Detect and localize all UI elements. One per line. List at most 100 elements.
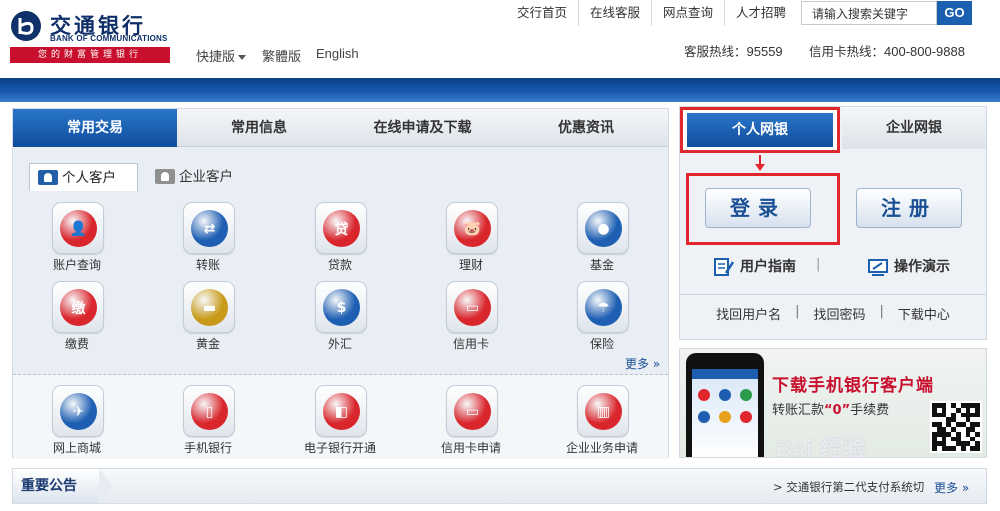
- card-apply-icon: ▭: [454, 393, 491, 430]
- card-hotline-label: 信用卡热线：: [809, 44, 885, 59]
- quick-version-dropdown[interactable]: 快捷版: [196, 46, 247, 65]
- search-go-button[interactable]: GO: [937, 1, 972, 25]
- icon-tile: ◧: [315, 385, 367, 437]
- service-loan[interactable]: 贷贷款: [300, 202, 380, 272]
- icon-tile: $: [315, 281, 367, 333]
- service-label: 外汇: [327, 337, 352, 351]
- document-edit-icon: [714, 258, 734, 276]
- tab-personal-customer[interactable]: 个人客户: [29, 163, 138, 191]
- icon-tile: 🐷: [446, 202, 498, 254]
- tab-online-apply-download[interactable]: 在线申请及下载: [341, 109, 504, 147]
- services-panel: 常用交易 常用信息 在线申请及下载 优惠资讯 个人客户 企业客户 👤 账户查询 ⇄ 转…: [12, 108, 669, 459]
- quick-service-ebank-open[interactable]: ◧ 电子银行开通: [300, 385, 380, 455]
- login-button[interactable]: 登录: [705, 188, 811, 228]
- tab-business-ebank[interactable]: 企业网银: [842, 107, 986, 149]
- english-link[interactable]: English: [316, 46, 359, 61]
- bank-slogan: 您的财富管理银行: [10, 47, 170, 63]
- tab-common-transactions[interactable]: 常用交易: [13, 109, 177, 147]
- quick-version-label: 快捷版: [196, 50, 236, 65]
- demo-label: 操作演示: [894, 259, 950, 275]
- notice-more-link[interactable]: 更多 »: [934, 479, 969, 496]
- service-gold-bar[interactable]: ▬ 黄金: [168, 281, 248, 351]
- tab-promotions[interactable]: 优惠资讯: [504, 109, 668, 147]
- phone-image: [686, 353, 764, 457]
- tab-personal-ebank-highlighted[interactable]: 个人网银: [680, 107, 840, 153]
- phone-screen-bar: [692, 369, 758, 379]
- quick-service-card-apply[interactable]: ▭ 信用卡申请: [431, 385, 511, 455]
- mobile-bank-icon: ▯: [191, 393, 228, 430]
- tab-business-customer[interactable]: 企业客户: [147, 163, 257, 191]
- traditional-chinese-link[interactable]: 繁體版: [262, 46, 301, 65]
- service-hotline: 客服热线：95559: [684, 41, 783, 60]
- mobile-ad-subtitle: 转账汇款“0”手续费: [772, 399, 889, 418]
- wealth-piggy-icon: 🐷: [454, 210, 491, 247]
- quick-service-mobile-bank[interactable]: ▯ 手机银行: [168, 385, 248, 455]
- services-more-link[interactable]: 更多 »: [625, 355, 660, 372]
- mobile-bank-ad[interactable]: 下载手机银行客户端 转账汇款“0”手续费 Bai 经验: [679, 348, 987, 458]
- service-insurance-umbrella[interactable]: ☂ 保险: [562, 281, 642, 351]
- header-banner-strip: [0, 78, 1000, 102]
- service-label: 信用卡申请: [440, 441, 501, 455]
- icon-tile: 缴: [52, 281, 104, 333]
- qr-cell: [960, 446, 966, 451]
- user-guide-link[interactable]: 用户指南: [714, 256, 796, 278]
- service-label: 转账: [195, 258, 220, 272]
- tab-common-info[interactable]: 常用信息: [177, 109, 341, 147]
- icon-tile: ●: [577, 202, 629, 254]
- icon-tile: ⇄: [183, 202, 235, 254]
- service-label: 企业业务申请: [565, 441, 638, 455]
- credit-card-icon: ▭: [454, 289, 491, 326]
- transfer-icon: ⇄: [191, 210, 228, 247]
- ebank-links: 找回用户名 | 找回密码 | 下载中心: [680, 304, 986, 323]
- service-wealth-piggy[interactable]: 🐷 理财: [431, 202, 511, 272]
- icon-tile: ▭: [446, 281, 498, 333]
- qr-cell: [951, 446, 956, 451]
- search-input[interactable]: [801, 1, 937, 25]
- icon-tile: ☂: [577, 281, 629, 333]
- mobile-ad-sub-highlight: “0”: [824, 403, 851, 418]
- service-label: 网上商城: [52, 441, 101, 455]
- service-label: 电子银行开通: [303, 441, 376, 455]
- ebank-divider: [680, 294, 986, 295]
- app-icon: [719, 411, 731, 423]
- top-nav-branch-search[interactable]: 网点查询: [651, 0, 724, 26]
- service-label: 贷款: [327, 258, 352, 272]
- register-button[interactable]: 注册: [856, 188, 962, 228]
- tab-personal-customer-label: 个人客户: [62, 170, 116, 186]
- bank-logo[interactable]: 交通银行 BANK OF COMMUNICATIONS 您的财富管理银行: [10, 8, 175, 64]
- top-nav-careers[interactable]: 人才招聘: [724, 0, 797, 26]
- service-forex[interactable]: $ 外汇: [300, 281, 380, 351]
- service-fund-coins[interactable]: ● 基金: [562, 202, 642, 272]
- personal-user-icon: [38, 170, 58, 185]
- service-account-inquiry[interactable]: 👤 账户查询: [37, 202, 117, 272]
- icon-tile: ▬: [183, 281, 235, 333]
- mobile-ad-sub-prefix: 转账汇款: [772, 403, 825, 418]
- quick-service-online-mall[interactable]: ✈ 网上商城: [37, 385, 117, 455]
- loan-icon: 贷: [323, 210, 360, 247]
- service-transfer[interactable]: ⇄ 转账: [168, 202, 248, 272]
- monitor-demo-icon: [868, 259, 888, 276]
- ebank-panel: 个人网银 企业网银 登录 注册 用户指南 | 操作演示 找回用户名 | 找回密码…: [679, 106, 987, 340]
- qr-cell: [975, 412, 980, 418]
- service-label: 账户查询: [52, 258, 101, 272]
- download-center-link[interactable]: 下载中心: [884, 304, 964, 323]
- app-icon: [719, 389, 731, 401]
- business-apply-icon: ▥: [585, 393, 622, 430]
- recover-username-link[interactable]: 找回用户名: [702, 304, 795, 323]
- demo-link[interactable]: 操作演示: [868, 256, 950, 278]
- user-guide-label: 用户指南: [740, 259, 796, 275]
- service-label: 缴费: [64, 337, 89, 351]
- top-nav-home[interactable]: 交行首页: [506, 0, 578, 26]
- service-credit-card[interactable]: ▭ 信用卡: [431, 281, 511, 351]
- notice-item-link[interactable]: > 交通银行第二代支付系统切: [773, 479, 924, 495]
- service-label: 手机银行: [183, 441, 232, 455]
- quick-service-business-apply[interactable]: ▥ 企业业务申请: [562, 385, 642, 455]
- chevron-down-icon: [238, 55, 247, 60]
- tab-personal-ebank: 个人网银: [687, 113, 833, 147]
- gold-bar-icon: ▬: [191, 289, 228, 326]
- service-payment[interactable]: 缴缴费: [37, 281, 117, 351]
- top-nav-online-service[interactable]: 在线客服: [578, 0, 651, 26]
- notice-bar: 重要公告 > 交通银行第二代支付系统切 更多 »: [12, 468, 987, 504]
- recover-password-link[interactable]: 找回密码: [799, 304, 879, 323]
- fund-coins-icon: ●: [585, 210, 622, 247]
